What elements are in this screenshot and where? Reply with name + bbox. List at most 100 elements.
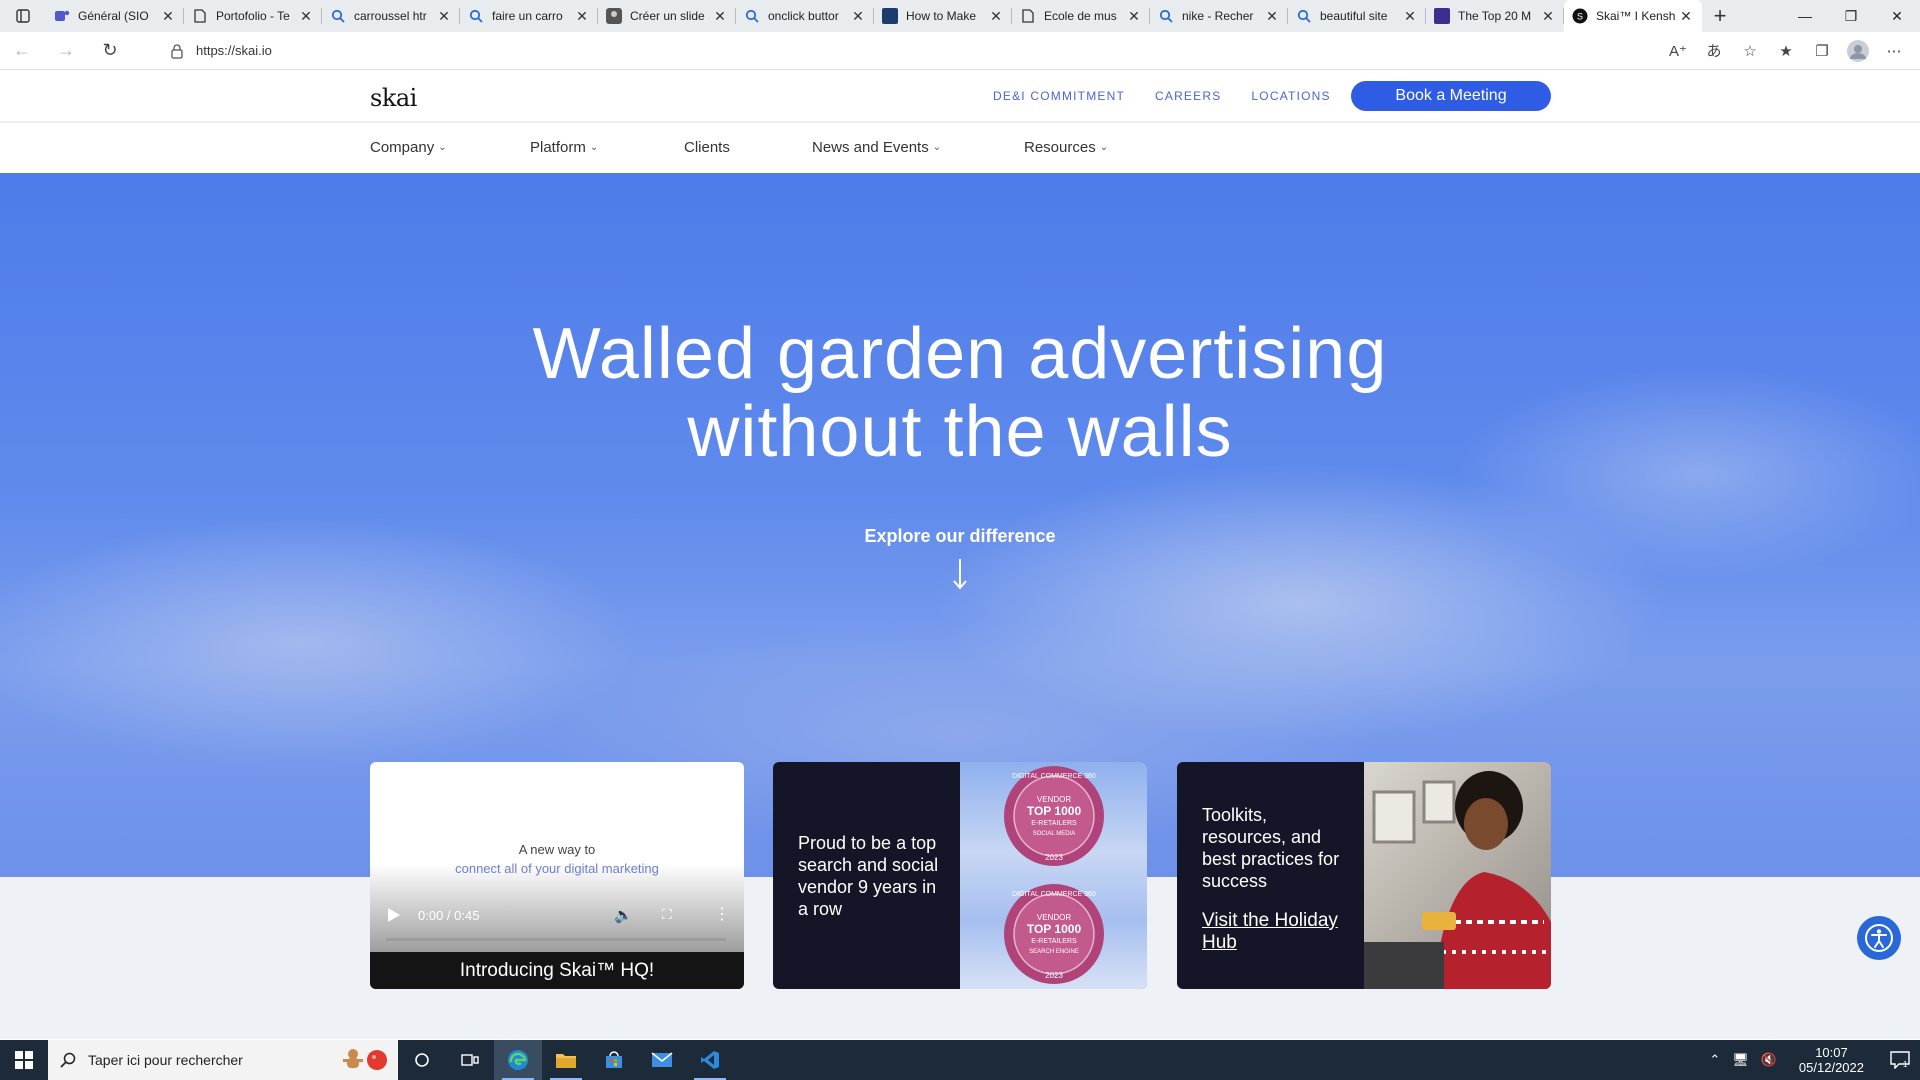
tab-title: faire un carro: [492, 9, 563, 23]
award-badge-search: DIGITAL COMMERCE 360 VENDOR TOP 1000 E-R…: [1004, 884, 1104, 984]
edge-taskbar-icon[interactable]: [494, 1040, 542, 1080]
mail-icon[interactable]: [638, 1040, 686, 1080]
chevron-down-icon: ⌄: [1099, 142, 1109, 153]
fullscreen-icon[interactable]: ⛶: [662, 906, 672, 923]
profile-avatar[interactable]: [1840, 36, 1876, 66]
task-view-icon[interactable]: [446, 1040, 494, 1080]
site-header: skai DE&I COMMITMENT CAREERS LOCATIONS B…: [0, 71, 1920, 122]
url-text[interactable]: https://skai.io: [196, 43, 272, 58]
file-explorer-icon[interactable]: [542, 1040, 590, 1080]
taskbar-search[interactable]: Taper ici pour rechercher: [48, 1040, 398, 1080]
browser-tab[interactable]: beautiful site ✕: [1288, 0, 1426, 32]
avatar-icon: [606, 8, 622, 24]
video-more-icon[interactable]: ⋮: [714, 904, 730, 924]
reload-button[interactable]: ↻: [88, 32, 132, 70]
video-tagline-accent: connect all of your digital marketing: [455, 861, 659, 876]
dei-commitment-link[interactable]: DE&I COMMITMENT: [993, 89, 1125, 103]
cortana-icon[interactable]: [398, 1040, 446, 1080]
browser-tab[interactable]: faire un carro ✕: [460, 0, 598, 32]
tab-actions-icon[interactable]: [0, 0, 46, 32]
start-button[interactable]: [0, 1040, 48, 1080]
holiday-photo: [1364, 762, 1551, 989]
close-icon[interactable]: ✕: [1402, 8, 1418, 24]
lock-icon[interactable]: [170, 43, 184, 59]
nav-resources[interactable]: Resources ⌄: [1024, 139, 1108, 156]
nav-company[interactable]: Company ⌄: [370, 139, 447, 156]
explore-difference-link[interactable]: Explore our difference: [0, 526, 1920, 547]
close-icon[interactable]: ✕: [1540, 8, 1556, 24]
holiday-card[interactable]: Toolkits, resources, and best practices …: [1177, 762, 1551, 989]
read-aloud-icon[interactable]: A⁺: [1660, 36, 1696, 66]
close-icon[interactable]: ✕: [436, 8, 452, 24]
collections-icon[interactable]: ❐: [1804, 36, 1840, 66]
browser-toolbar: ← → ↻ https://skai.io A⁺ あ ☆ ★ ❐ ⋯: [0, 32, 1920, 70]
close-window-icon[interactable]: ✕: [1874, 0, 1920, 32]
restore-icon[interactable]: ❐: [1828, 0, 1874, 32]
clock-time: 10:07: [1815, 1045, 1848, 1060]
new-tab-button[interactable]: +: [1702, 0, 1738, 32]
browser-tab[interactable]: Portofolio - Te ✕: [184, 0, 322, 32]
browser-tab[interactable]: Général (SIO ✕: [46, 0, 184, 32]
volume-icon[interactable]: 🔈: [614, 906, 633, 924]
network-icon[interactable]: 🖥: [1726, 1052, 1755, 1068]
close-icon[interactable]: ✕: [850, 8, 866, 24]
skai-logo[interactable]: skai: [370, 84, 417, 112]
address-bar[interactable]: https://skai.io: [156, 36, 1606, 66]
more-menu-icon[interactable]: ⋯: [1876, 36, 1912, 66]
person-illustration: [1364, 771, 1551, 989]
add-favorite-icon[interactable]: ☆: [1732, 36, 1768, 66]
accessibility-button[interactable]: [1857, 916, 1901, 960]
badge-line: SEARCH ENGINE: [1029, 949, 1079, 955]
awards-card[interactable]: Proud to be a top search and social vend…: [773, 762, 1147, 989]
minimize-icon[interactable]: —: [1782, 0, 1828, 32]
store-icon[interactable]: [590, 1040, 638, 1080]
close-icon[interactable]: ✕: [988, 8, 1004, 24]
clock-date: 05/12/2022: [1798, 1060, 1864, 1075]
close-icon[interactable]: ✕: [298, 8, 314, 24]
nav-news-events[interactable]: News and Events ⌄: [812, 139, 941, 156]
browser-tab[interactable]: The Top 20 M ✕: [1426, 0, 1564, 32]
volume-muted-icon[interactable]: 🔇: [1755, 1052, 1783, 1068]
browser-tab[interactable]: How to Make ✕: [874, 0, 1012, 32]
nav-platform[interactable]: Platform ⌄: [530, 139, 598, 156]
nav-clients[interactable]: Clients: [684, 139, 730, 156]
badge-line: 2023: [1045, 853, 1063, 862]
browser-tab[interactable]: onclick buttor ✕: [736, 0, 874, 32]
notifications-icon[interactable]: 1: [1880, 1040, 1920, 1080]
careers-link[interactable]: CAREERS: [1155, 89, 1221, 103]
award-badge-social: DIGITAL COMMERCE 360 VENDOR TOP 1000 E-R…: [1004, 766, 1104, 866]
tab-title: Skai™ I Kensh: [1596, 9, 1676, 23]
play-icon[interactable]: [388, 908, 400, 922]
tab-title: Ecole de mus: [1044, 9, 1117, 23]
window-controls: — ❐ ✕: [1782, 0, 1920, 32]
search-icon: [60, 1052, 76, 1068]
close-icon[interactable]: ✕: [574, 8, 590, 24]
close-icon[interactable]: ✕: [160, 8, 176, 24]
arrow-down-icon[interactable]: [949, 557, 971, 591]
search-icon: [1296, 8, 1312, 24]
close-icon[interactable]: ✕: [1126, 8, 1142, 24]
book-meeting-button[interactable]: Book a Meeting: [1351, 81, 1551, 111]
video-progress-bar[interactable]: [386, 938, 726, 941]
vscode-icon[interactable]: [686, 1040, 734, 1080]
forward-button[interactable]: →: [44, 32, 88, 70]
nav-label: Company: [370, 139, 435, 156]
browser-tab[interactable]: carroussel htr ✕: [322, 0, 460, 32]
close-icon[interactable]: ✕: [1264, 8, 1280, 24]
browser-tab[interactable]: S Skai™ I Kensh ✕: [1564, 0, 1702, 32]
video-card[interactable]: A new way to connect all of your digital…: [370, 762, 744, 989]
back-button[interactable]: ←: [0, 32, 44, 70]
browser-tab[interactable]: Ecole de mus ✕: [1012, 0, 1150, 32]
translate-icon[interactable]: あ: [1696, 36, 1732, 66]
clock[interactable]: 10:07 05/12/2022: [1783, 1045, 1880, 1075]
chevron-up-icon[interactable]: ⌃: [1703, 1052, 1726, 1068]
close-icon[interactable]: ✕: [712, 8, 728, 24]
close-icon[interactable]: ✕: [1678, 8, 1694, 24]
locations-link[interactable]: LOCATIONS: [1251, 89, 1330, 103]
tab-title: How to Make: [906, 9, 977, 23]
favorites-icon[interactable]: ★: [1768, 36, 1804, 66]
web-page: skai DE&I COMMITMENT CAREERS LOCATIONS B…: [0, 71, 1920, 1039]
holiday-hub-link[interactable]: Visit the Holiday Hub: [1202, 910, 1352, 954]
browser-tab[interactable]: nike - Recher ✕: [1150, 0, 1288, 32]
browser-tab[interactable]: Créer un slide ✕: [598, 0, 736, 32]
